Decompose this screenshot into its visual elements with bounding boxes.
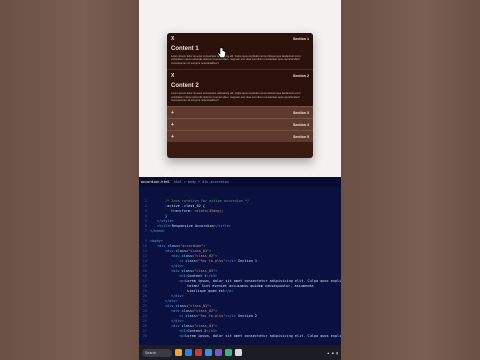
video-side-band-left	[0, 0, 139, 360]
vscode-icon[interactable]	[205, 349, 212, 356]
accordion-item-5[interactable]: + Section 5	[167, 130, 313, 143]
app-icon[interactable]	[235, 349, 242, 356]
content-text-1: Lorem ipsum dolor sit amet consectetur a…	[171, 55, 301, 65]
accordion: X Section 1 Content 1 Lorem ipsum dolor …	[167, 33, 313, 158]
taskbar: Search ▲ ◆ ▮	[139, 345, 341, 360]
app-icon[interactable]	[195, 349, 202, 356]
accordion-label-2: Section 2	[293, 73, 309, 78]
wifi-icon[interactable]: ▲	[327, 351, 330, 355]
content-title-2: Content 2	[171, 83, 199, 90]
breadcrumb[interactable]: html > body > div.accordion	[174, 180, 229, 184]
accordion-item-1[interactable]: X Section 1 Content 1 Lorem ipsum dolor …	[167, 33, 313, 70]
accordion-header-5[interactable]: + Section 5	[167, 131, 313, 143]
accordion-item-2[interactable]: X Section 2 Content 2 Lorem ipsum dolor …	[167, 69, 313, 107]
accordion-content-2: Content 2 Lorem ipsum dolor sit amet con…	[167, 81, 313, 106]
system-tray: ▲ ◆ ▮	[327, 351, 338, 355]
app-icon[interactable]	[225, 349, 232, 356]
accordion-label-3: Section 3	[293, 111, 309, 116]
content-text-2: Lorem ipsum dolor sit amet consectetur a…	[171, 92, 301, 103]
plus-icon[interactable]: +	[171, 110, 174, 116]
accordion-label-4: Section 4	[293, 123, 309, 128]
editor-tab[interactable]: accordion.html	[141, 180, 170, 184]
accordion-label-5: Section 5	[293, 135, 309, 140]
code-lines[interactable]: 1/* Icon rotation for active accordion *…	[139, 187, 341, 345]
taskbar-search[interactable]: Search	[142, 348, 172, 357]
accordion-header-1[interactable]: X Section 1	[167, 33, 313, 44]
plus-icon[interactable]: +	[171, 122, 174, 128]
accordion-label-1: Section 1	[293, 36, 309, 41]
file-explorer-icon[interactable]	[175, 349, 182, 356]
content-title-1: Content 1	[171, 46, 199, 52]
volume-icon[interactable]: ◆	[332, 351, 334, 355]
close-icon[interactable]: X	[171, 73, 174, 79]
browser-preview: X Section 1 Content 1 Lorem ipsum dolor …	[139, 0, 341, 177]
video-side-band-right	[341, 0, 480, 360]
editor-tab-bar: accordion.html html > body > div.accordi…	[139, 177, 341, 187]
battery-icon[interactable]: ▮	[336, 351, 338, 355]
app-icon[interactable]	[215, 349, 222, 356]
accordion-item-4[interactable]: + Section 4	[167, 118, 313, 131]
accordion-header-2[interactable]: X Section 2	[167, 70, 313, 81]
hand-cursor-icon	[217, 47, 226, 58]
code-editor[interactable]: accordion.html html > body > div.accordi…	[139, 177, 341, 345]
accordion-item-3[interactable]: + Section 3	[167, 106, 313, 119]
accordion-content-1: Content 1 Lorem ipsum dolor sit amet con…	[167, 44, 313, 69]
browser-icon[interactable]	[185, 349, 192, 356]
close-icon[interactable]: X	[171, 36, 174, 42]
plus-icon[interactable]: +	[171, 134, 174, 140]
